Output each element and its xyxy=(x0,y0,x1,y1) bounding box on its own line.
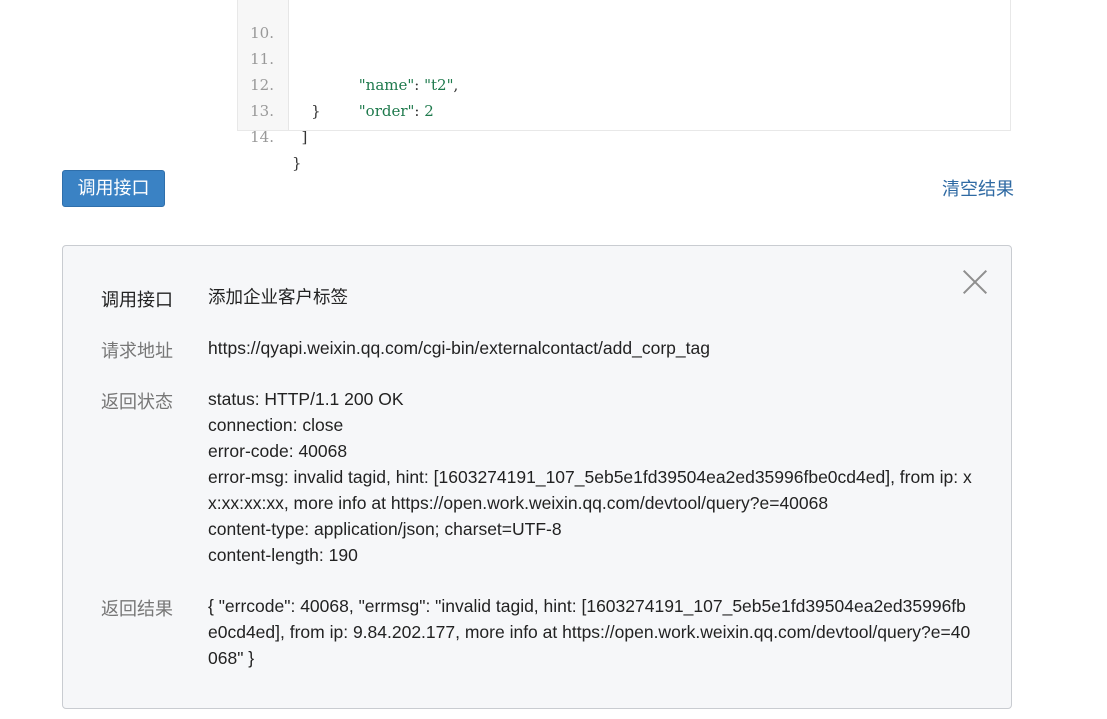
json-key: "order" xyxy=(358,102,415,120)
api-name-value: 添加企业客户标签 xyxy=(208,287,348,307)
request-body-code-viewer: 10. "name": "t2", 11. "order": 2 12. } 1… xyxy=(237,0,1011,172)
code-line: 12. } xyxy=(238,46,320,120)
response-status-label: 返回状态 xyxy=(101,392,173,413)
response-body-value: { "errcode": 40068, "errmsg": "invalid t… xyxy=(208,596,971,668)
response-body-label: 返回结果 xyxy=(101,599,173,620)
code-line: 11. "order": 2 xyxy=(238,20,434,120)
code-line: 10. "name": "t2", xyxy=(238,0,458,94)
clear-results-link[interactable]: 清空结果 xyxy=(942,175,1014,201)
request-url-value: https://qyapi.weixin.qq.com/cgi-bin/exte… xyxy=(208,338,710,358)
call-api-button[interactable]: 调用接口 xyxy=(62,170,165,207)
code-line: 13. ] xyxy=(238,72,307,146)
line-number: 14. xyxy=(250,128,274,146)
api-result-panel: 调用接口 添加企业客户标签 请求地址 https://qyapi.weixin.… xyxy=(62,245,1012,709)
json-value: 2 xyxy=(424,102,434,120)
code-line: 14. } xyxy=(238,98,301,172)
api-name-label: 调用接口 xyxy=(101,290,173,311)
request-url-label: 请求地址 xyxy=(101,341,173,362)
response-status-value: status: HTTP/1.1 200 OK connection: clos… xyxy=(208,389,972,565)
